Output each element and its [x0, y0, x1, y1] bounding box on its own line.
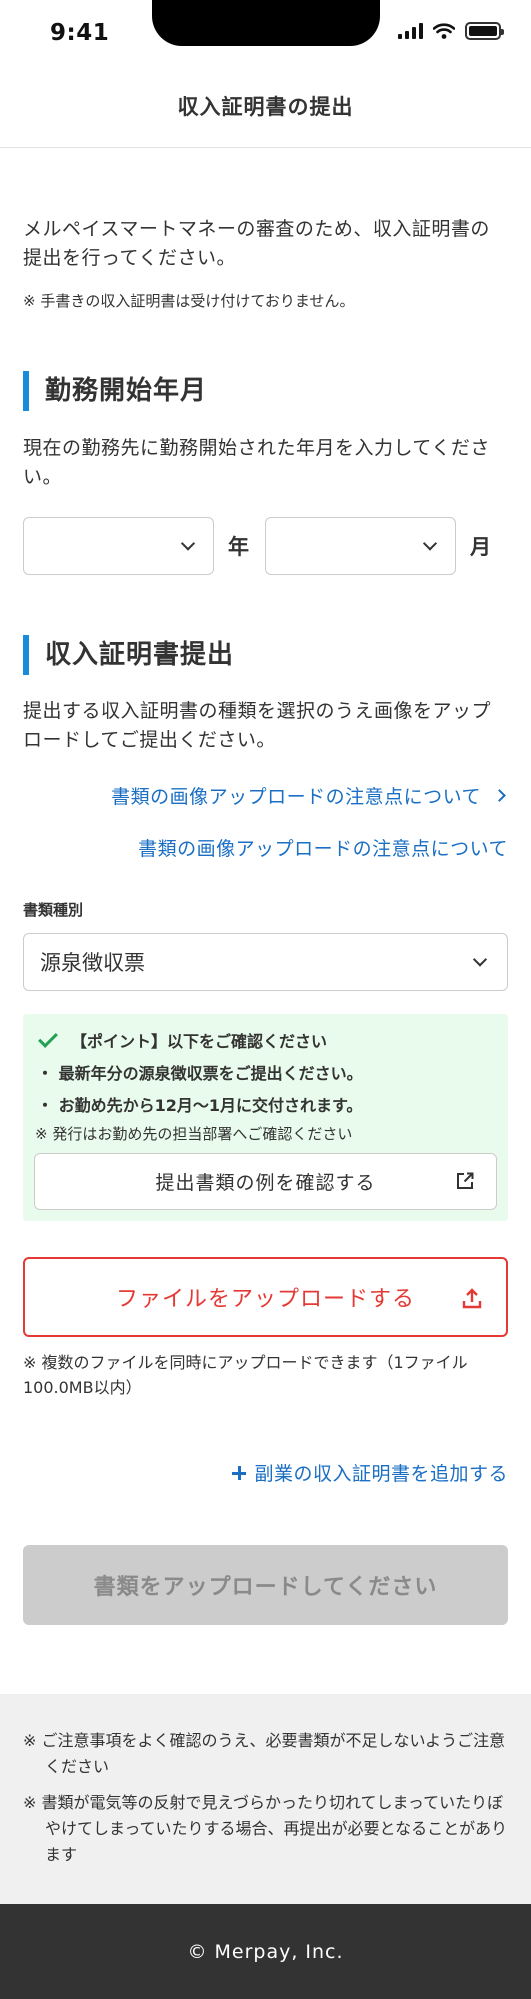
view-example-label: 提出書類の例を確認する — [155, 1172, 376, 1194]
doc-type-value: 源泉徴収票 — [40, 951, 145, 975]
doc-type-select[interactable]: 源泉徴収票 — [23, 933, 508, 991]
chevron-down-icon — [180, 536, 196, 551]
page-title: 収入証明書の提出 — [177, 94, 354, 119]
add-side-job-certificate-link[interactable]: 副業の収入証明書を追加する — [232, 1459, 508, 1486]
employment-date-row: 年 月 — [23, 517, 508, 575]
footer-note: ※ 書類が電気等の反射で見えづらかったり切れてしまっていたりぼやけてしまっていた… — [23, 1793, 508, 1864]
external-link-icon — [457, 1172, 474, 1189]
point-title-text: 【ポイント】以下をご確認ください — [71, 1032, 328, 1051]
submit-button[interactable]: 書類をアップロードしてください — [23, 1545, 508, 1625]
upload-file-label: ファイルをアップロードする — [115, 1287, 415, 1312]
upload-note: ※ 複数のファイルを同時にアップロードできます（1ファイル100.0MB以内） — [23, 1353, 468, 1397]
upload-icon — [462, 1288, 482, 1309]
month-select[interactable] — [265, 517, 456, 575]
point-note: ※ 発行はお勤め先の担当部署へご確認ください — [35, 1125, 353, 1143]
upload-notes-link-arrow[interactable]: 書類の画像アップロードの注意点について — [111, 782, 508, 809]
year-select[interactable] — [23, 517, 214, 575]
chevron-right-icon — [493, 789, 506, 802]
upload-notes-link[interactable]: 書類の画像アップロードの注意点について — [138, 834, 508, 861]
year-suffix: 年 — [228, 535, 249, 559]
upload-notes-link-text-plain: 書類の画像アップロードの注意点について — [138, 838, 508, 860]
nav-header: 収入証明書の提出 — [0, 64, 531, 148]
status-time: 9:41 — [50, 20, 110, 46]
footer-notes: ※ ご注意事項をよく確認のうえ、必要書類が不足しないようご注意ください ※ 書類… — [0, 1694, 531, 1904]
footer-note: ※ ご注意事項をよく確認のうえ、必要書類が不足しないようご注意ください — [23, 1731, 506, 1776]
chevron-down-icon — [422, 536, 438, 551]
cellular-signal-icon — [398, 23, 423, 39]
check-icon — [38, 1028, 58, 1048]
submit-button-label: 書類をアップロードしてください — [93, 1575, 438, 1600]
status-bar: 9:41 — [0, 0, 531, 64]
month-suffix: 月 — [470, 535, 491, 559]
status-icons — [398, 22, 504, 40]
view-example-button[interactable]: 提出書類の例を確認する — [34, 1153, 497, 1210]
point-bullet: ・ 最新年分の源泉徴収票をご提出ください。 — [37, 1064, 363, 1083]
point-title: 【ポイント】以下をご確認ください — [35, 1028, 496, 1052]
income-description: 提出する収入証明書の種類を選択のうえ画像をアップロードしてご提出ください。 — [23, 700, 492, 751]
copyright: © Merpay, Inc. — [187, 1940, 344, 1963]
add-side-job-label: 副業の収入証明書を追加する — [254, 1463, 508, 1485]
upload-file-button[interactable]: ファイルをアップロードする — [23, 1257, 508, 1337]
intro-note: ※ 手書きの収入証明書は受け付けておりません。 — [23, 292, 355, 310]
point-box: 【ポイント】以下をご確認ください ・ 最新年分の源泉徴収票をご提出ください。 ・… — [23, 1014, 508, 1221]
device-notch — [152, 0, 380, 46]
section-heading-employment: 勤務開始年月 — [23, 371, 207, 411]
doc-type-label: 書類種別 — [23, 901, 84, 919]
upload-notes-link-text: 書類の画像アップロードの注意点について — [111, 786, 481, 808]
intro-text: メルペイスマートマネーの審査のため、収入証明書の提出を行ってください。 — [23, 218, 490, 269]
wifi-icon — [433, 23, 455, 39]
plus-icon — [232, 1465, 247, 1480]
battery-icon — [465, 22, 504, 40]
footer: © Merpay, Inc. — [0, 1904, 531, 1999]
section-heading-income: 収入証明書提出 — [23, 635, 234, 675]
chevron-down-icon — [472, 952, 488, 967]
point-bullet: ・ お勤め先から12月〜1月に交付されます。 — [37, 1096, 363, 1115]
employment-description: 現在の勤務先に勤務開始された年月を入力してください。 — [23, 437, 490, 488]
